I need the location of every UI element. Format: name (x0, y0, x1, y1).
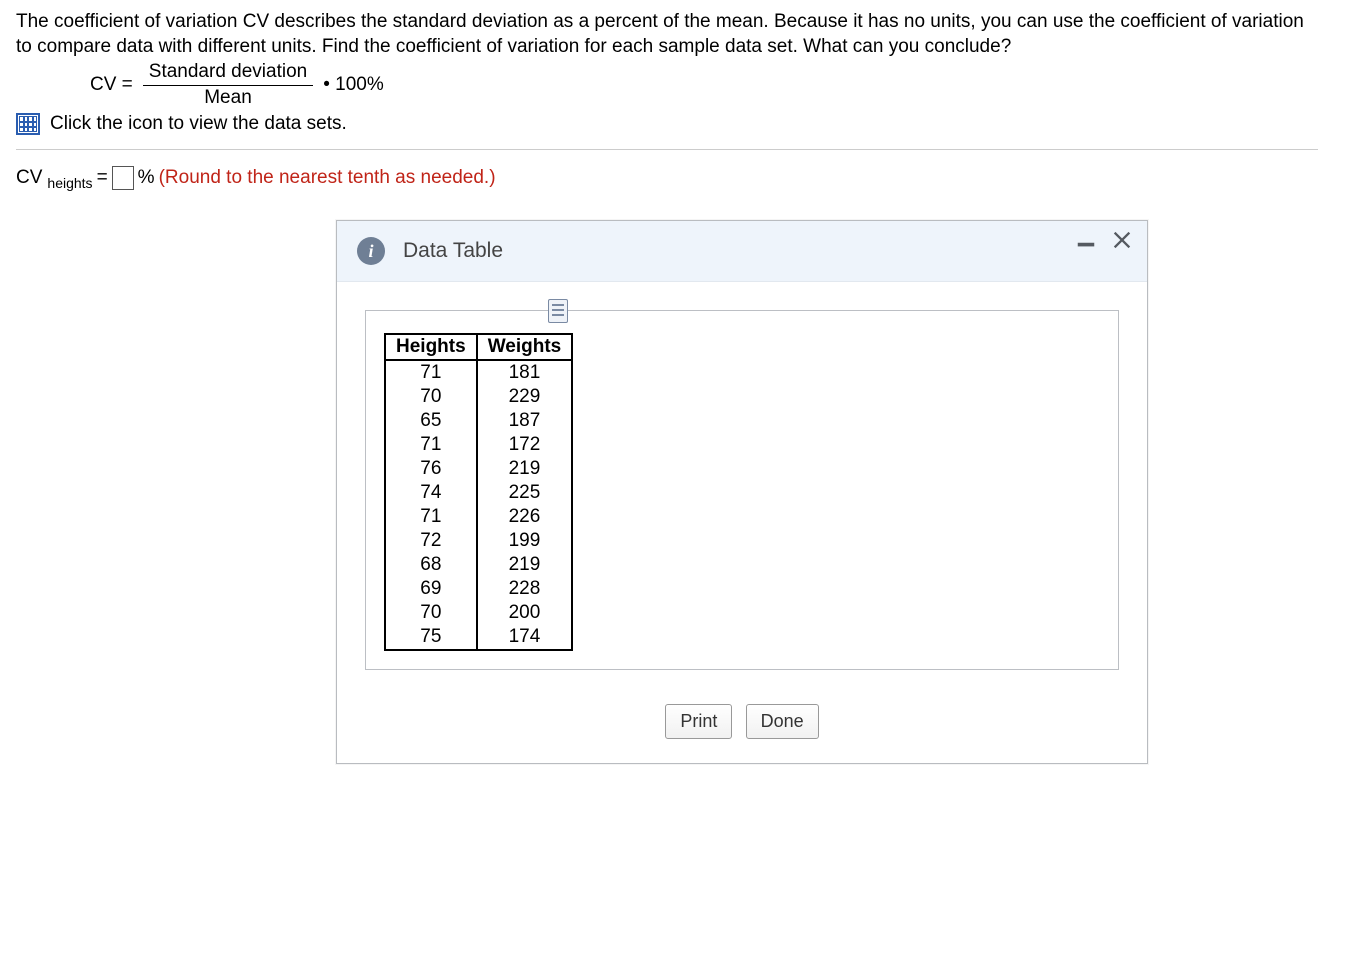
weight-cell: 200 (477, 601, 573, 625)
equals: = (97, 167, 108, 189)
rounding-hint: (Round to the nearest tenth as needed.) (159, 167, 496, 189)
table-icon[interactable] (16, 113, 40, 135)
cv-label: CV = (90, 74, 133, 96)
height-cell: 70 (385, 385, 477, 409)
divider (16, 149, 1318, 150)
table-row: 68219 (385, 553, 572, 577)
height-cell: 68 (385, 553, 477, 577)
table-row: 71226 (385, 505, 572, 529)
weight-cell: 228 (477, 577, 573, 601)
table-row: 75174 (385, 625, 572, 650)
height-cell: 71 (385, 505, 477, 529)
cv-heights-input[interactable] (112, 166, 134, 190)
table-row: 70229 (385, 385, 572, 409)
height-cell: 69 (385, 577, 477, 601)
minimize-button[interactable] (1075, 229, 1097, 257)
denominator: Mean (204, 86, 252, 109)
height-cell: 71 (385, 433, 477, 457)
copy-icon[interactable] (548, 299, 568, 323)
dialog-header: i Data Table (337, 221, 1147, 282)
dialog-title: Data Table (403, 239, 503, 263)
weight-cell: 229 (477, 385, 573, 409)
table-header-row: Heights Weights (385, 334, 572, 360)
dialog-body: Heights Weights 711817022965187711727621… (337, 282, 1147, 690)
weight-cell: 187 (477, 409, 573, 433)
answer-line: CV heights = % (Round to the nearest tent… (16, 166, 1318, 190)
col-heights: Heights (385, 334, 477, 360)
link-text: Click the icon to view the data sets. (50, 113, 347, 135)
table-row: 71181 (385, 360, 572, 385)
cv-prefix: CV (16, 167, 42, 189)
data-table: Heights Weights 711817022965187711727621… (384, 333, 573, 651)
table-row: 70200 (385, 601, 572, 625)
weight-cell: 219 (477, 457, 573, 481)
weight-cell: 199 (477, 529, 573, 553)
info-icon: i (357, 237, 385, 265)
dialog-footer: Print Done (337, 690, 1147, 763)
height-cell: 76 (385, 457, 477, 481)
weight-cell: 225 (477, 481, 573, 505)
weight-cell: 174 (477, 625, 573, 650)
data-sets-link[interactable]: Click the icon to view the data sets. (16, 113, 1318, 135)
weight-cell: 226 (477, 505, 573, 529)
data-table-dialog: i Data Table Heights Weights (336, 220, 1148, 764)
height-cell: 72 (385, 529, 477, 553)
table-row: 65187 (385, 409, 572, 433)
weight-cell: 181 (477, 360, 573, 385)
height-cell: 65 (385, 409, 477, 433)
height-cell: 74 (385, 481, 477, 505)
page-root: The coefficient of variation CV describe… (0, 0, 1334, 774)
table-row: 72199 (385, 529, 572, 553)
height-cell: 70 (385, 601, 477, 625)
print-button[interactable]: Print (665, 704, 732, 739)
data-panel: Heights Weights 711817022965187711727621… (365, 310, 1119, 670)
table-row: 71172 (385, 433, 572, 457)
dialog-controls (1075, 229, 1133, 257)
table-row: 69228 (385, 577, 572, 601)
formula-tail: • 100% (323, 74, 384, 96)
height-cell: 71 (385, 360, 477, 385)
table-row: 76219 (385, 457, 572, 481)
cv-subscript: heights (47, 175, 92, 191)
table-row: 74225 (385, 481, 572, 505)
done-button[interactable]: Done (746, 704, 819, 739)
percent-sign: % (138, 167, 155, 189)
cv-formula: CV = Standard deviation Mean • 100% (90, 61, 1318, 109)
fraction: Standard deviation Mean (143, 61, 313, 109)
col-weights: Weights (477, 334, 573, 360)
numerator: Standard deviation (143, 61, 313, 86)
weight-cell: 219 (477, 553, 573, 577)
close-button[interactable] (1111, 229, 1133, 257)
height-cell: 75 (385, 625, 477, 650)
weight-cell: 172 (477, 433, 573, 457)
problem-statement: The coefficient of variation CV describe… (16, 10, 1318, 59)
